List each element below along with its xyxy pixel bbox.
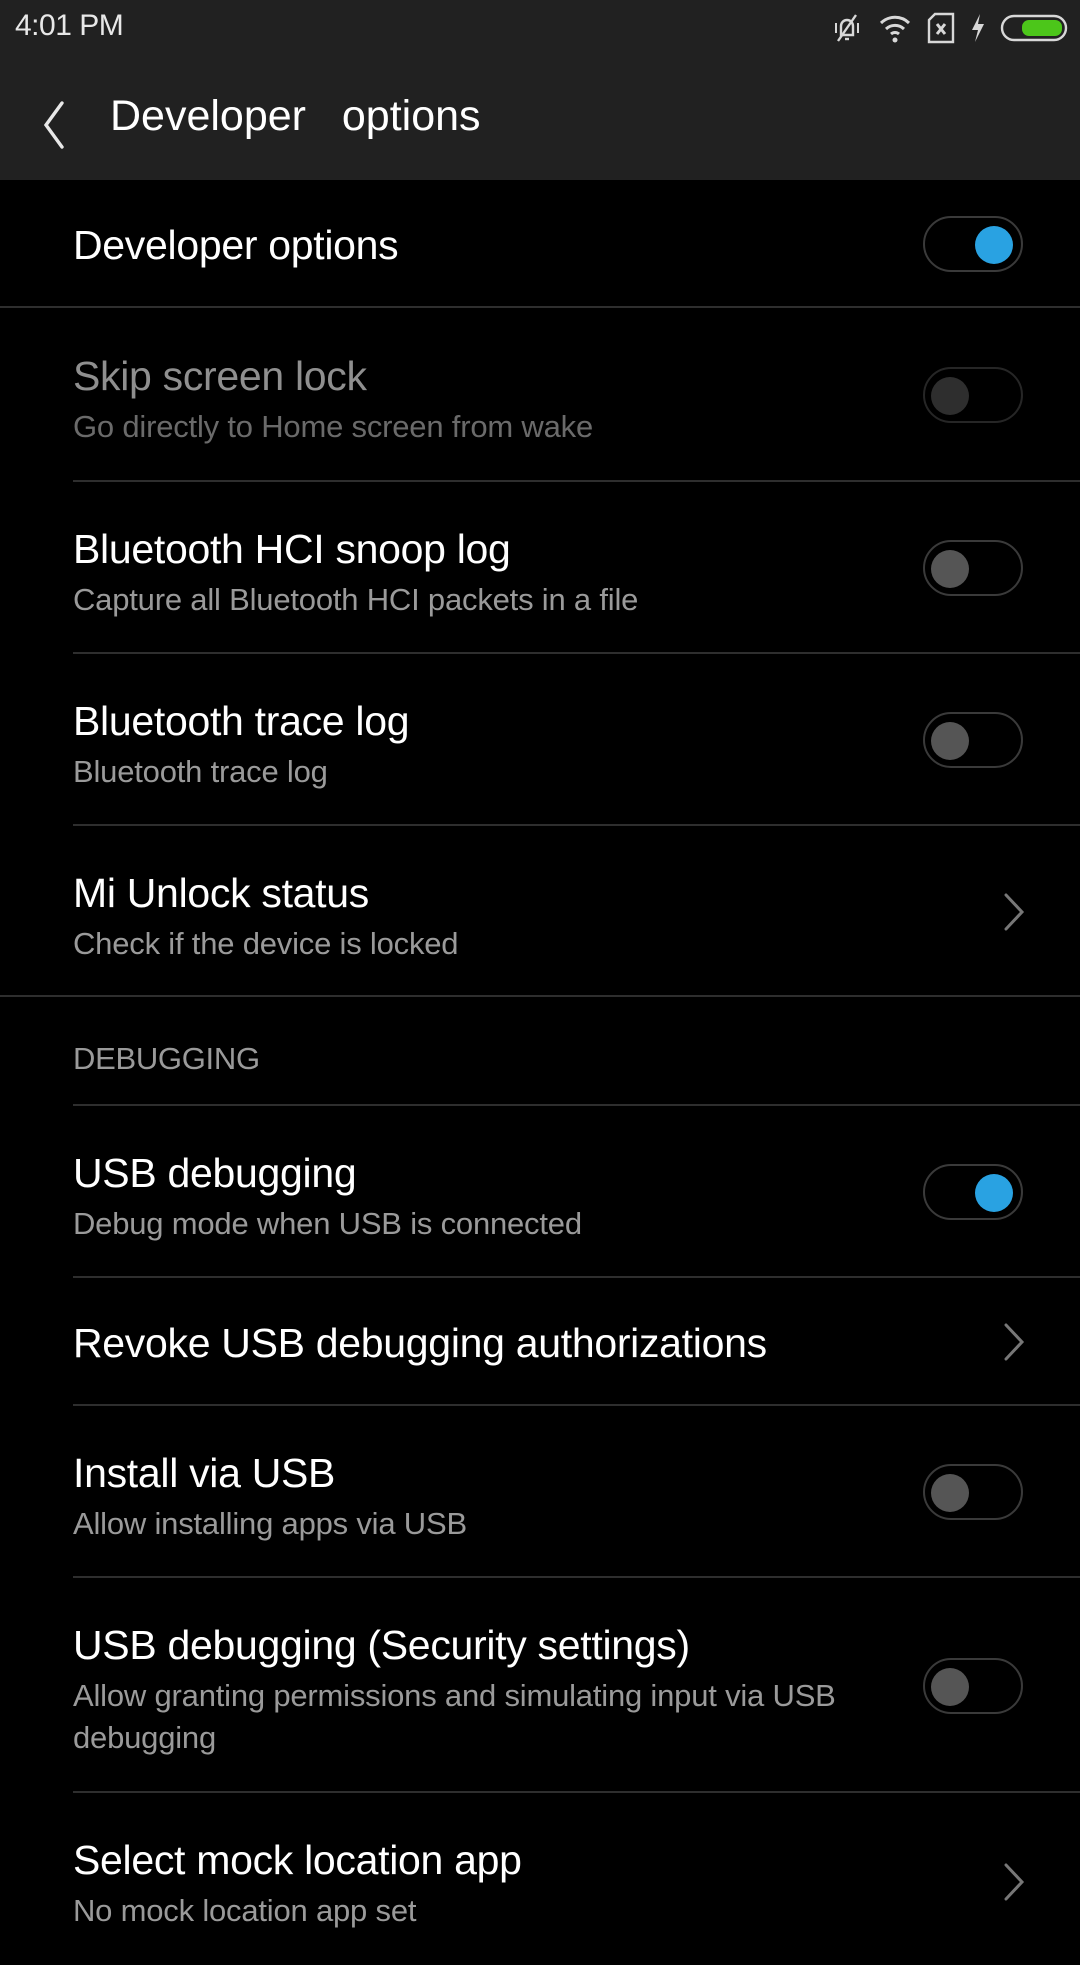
status-bar: 4:01 PM xyxy=(0,0,1080,58)
row-summary: Go directly to Home screen from wake xyxy=(73,409,593,444)
toggle-knob xyxy=(931,550,969,588)
row-summary: Allow granting permissions and simulatin… xyxy=(73,1678,836,1755)
row-summary: Debug mode when USB is connected xyxy=(73,1206,582,1241)
chevron-right-icon xyxy=(1004,893,1025,931)
chevron-right-icon xyxy=(1004,1863,1025,1901)
select-mock-location-app-row[interactable]: Select mock location app No mock locatio… xyxy=(0,1793,1080,1965)
row-title: Bluetooth HCI snoop log xyxy=(73,526,511,572)
row-title: Skip screen lock xyxy=(73,353,367,399)
chevron-right-icon xyxy=(1004,1323,1025,1361)
install-via-usb-row[interactable]: Install via USB Allow installing apps vi… xyxy=(0,1406,1080,1578)
row-title: USB debugging (Security settings) xyxy=(73,1622,690,1668)
status-time: 4:01 PM xyxy=(15,9,124,42)
row-title: Bluetooth trace log xyxy=(73,698,410,744)
toggle-knob xyxy=(931,722,969,760)
no-sim-icon xyxy=(926,12,956,44)
toggle-knob xyxy=(975,1174,1013,1212)
row-title: USB debugging xyxy=(73,1150,357,1196)
wifi-icon xyxy=(878,12,912,44)
toggle-knob xyxy=(975,226,1013,264)
row-title: Select mock location app xyxy=(73,1837,522,1883)
toggle-knob xyxy=(931,1668,969,1706)
usb-debugging-row[interactable]: USB debugging Debug mode when USB is con… xyxy=(0,1106,1080,1278)
install-via-usb-toggle[interactable] xyxy=(923,1464,1023,1520)
skip-screen-lock-toggle xyxy=(923,367,1023,423)
row-summary: Allow installing apps via USB xyxy=(73,1506,467,1541)
developer-options-row[interactable]: Developer options xyxy=(0,180,1080,308)
usb-debugging-security-row[interactable]: USB debugging (Security settings) Allow … xyxy=(0,1578,1080,1793)
usb-debugging-security-toggle[interactable] xyxy=(923,1658,1023,1714)
skip-screen-lock-row: Skip screen lock Go directly to Home scr… xyxy=(0,308,1080,482)
bluetooth-trace-log-toggle[interactable] xyxy=(923,712,1023,768)
bluetooth-trace-log-row[interactable]: Bluetooth trace log Bluetooth trace log xyxy=(0,654,1080,826)
app-bar: Developer options xyxy=(0,58,1080,180)
usb-debugging-toggle[interactable] xyxy=(923,1164,1023,1220)
charging-icon xyxy=(970,12,986,44)
toggle-knob xyxy=(931,377,969,415)
toggle-knob xyxy=(931,1474,969,1512)
row-summary: Check if the device is locked xyxy=(73,926,459,961)
row-summary: No mock location app set xyxy=(73,1893,417,1928)
page-title: Developer options xyxy=(110,92,481,140)
section-header-debugging: DEBUGGING xyxy=(0,997,1080,1106)
row-summary: Capture all Bluetooth HCI packets in a f… xyxy=(73,582,639,617)
revoke-usb-debugging-row[interactable]: Revoke USB debugging authorizations xyxy=(0,1278,1080,1406)
status-icons xyxy=(830,10,1068,46)
row-title: Install via USB xyxy=(73,1450,336,1496)
chevron-left-icon xyxy=(43,101,64,149)
settings-list: Developer options Skip screen lock Go di… xyxy=(0,180,1080,1965)
bluetooth-hci-snoop-log-row[interactable]: Bluetooth HCI snoop log Capture all Blue… xyxy=(0,482,1080,654)
mi-unlock-status-row[interactable]: Mi Unlock status Check if the device is … xyxy=(0,826,1080,997)
row-summary: Bluetooth trace log xyxy=(73,754,328,789)
row-title: Revoke USB debugging authorizations xyxy=(73,1320,767,1366)
bluetooth-hci-snoop-log-toggle[interactable] xyxy=(923,540,1023,596)
row-title: Mi Unlock status xyxy=(73,870,369,916)
vibrate-off-icon xyxy=(830,11,864,45)
row-title: Developer options xyxy=(73,222,399,268)
battery-icon xyxy=(1000,13,1068,43)
developer-options-toggle[interactable] xyxy=(923,216,1023,272)
section-label: DEBUGGING xyxy=(73,1041,260,1076)
back-button[interactable] xyxy=(30,86,86,152)
